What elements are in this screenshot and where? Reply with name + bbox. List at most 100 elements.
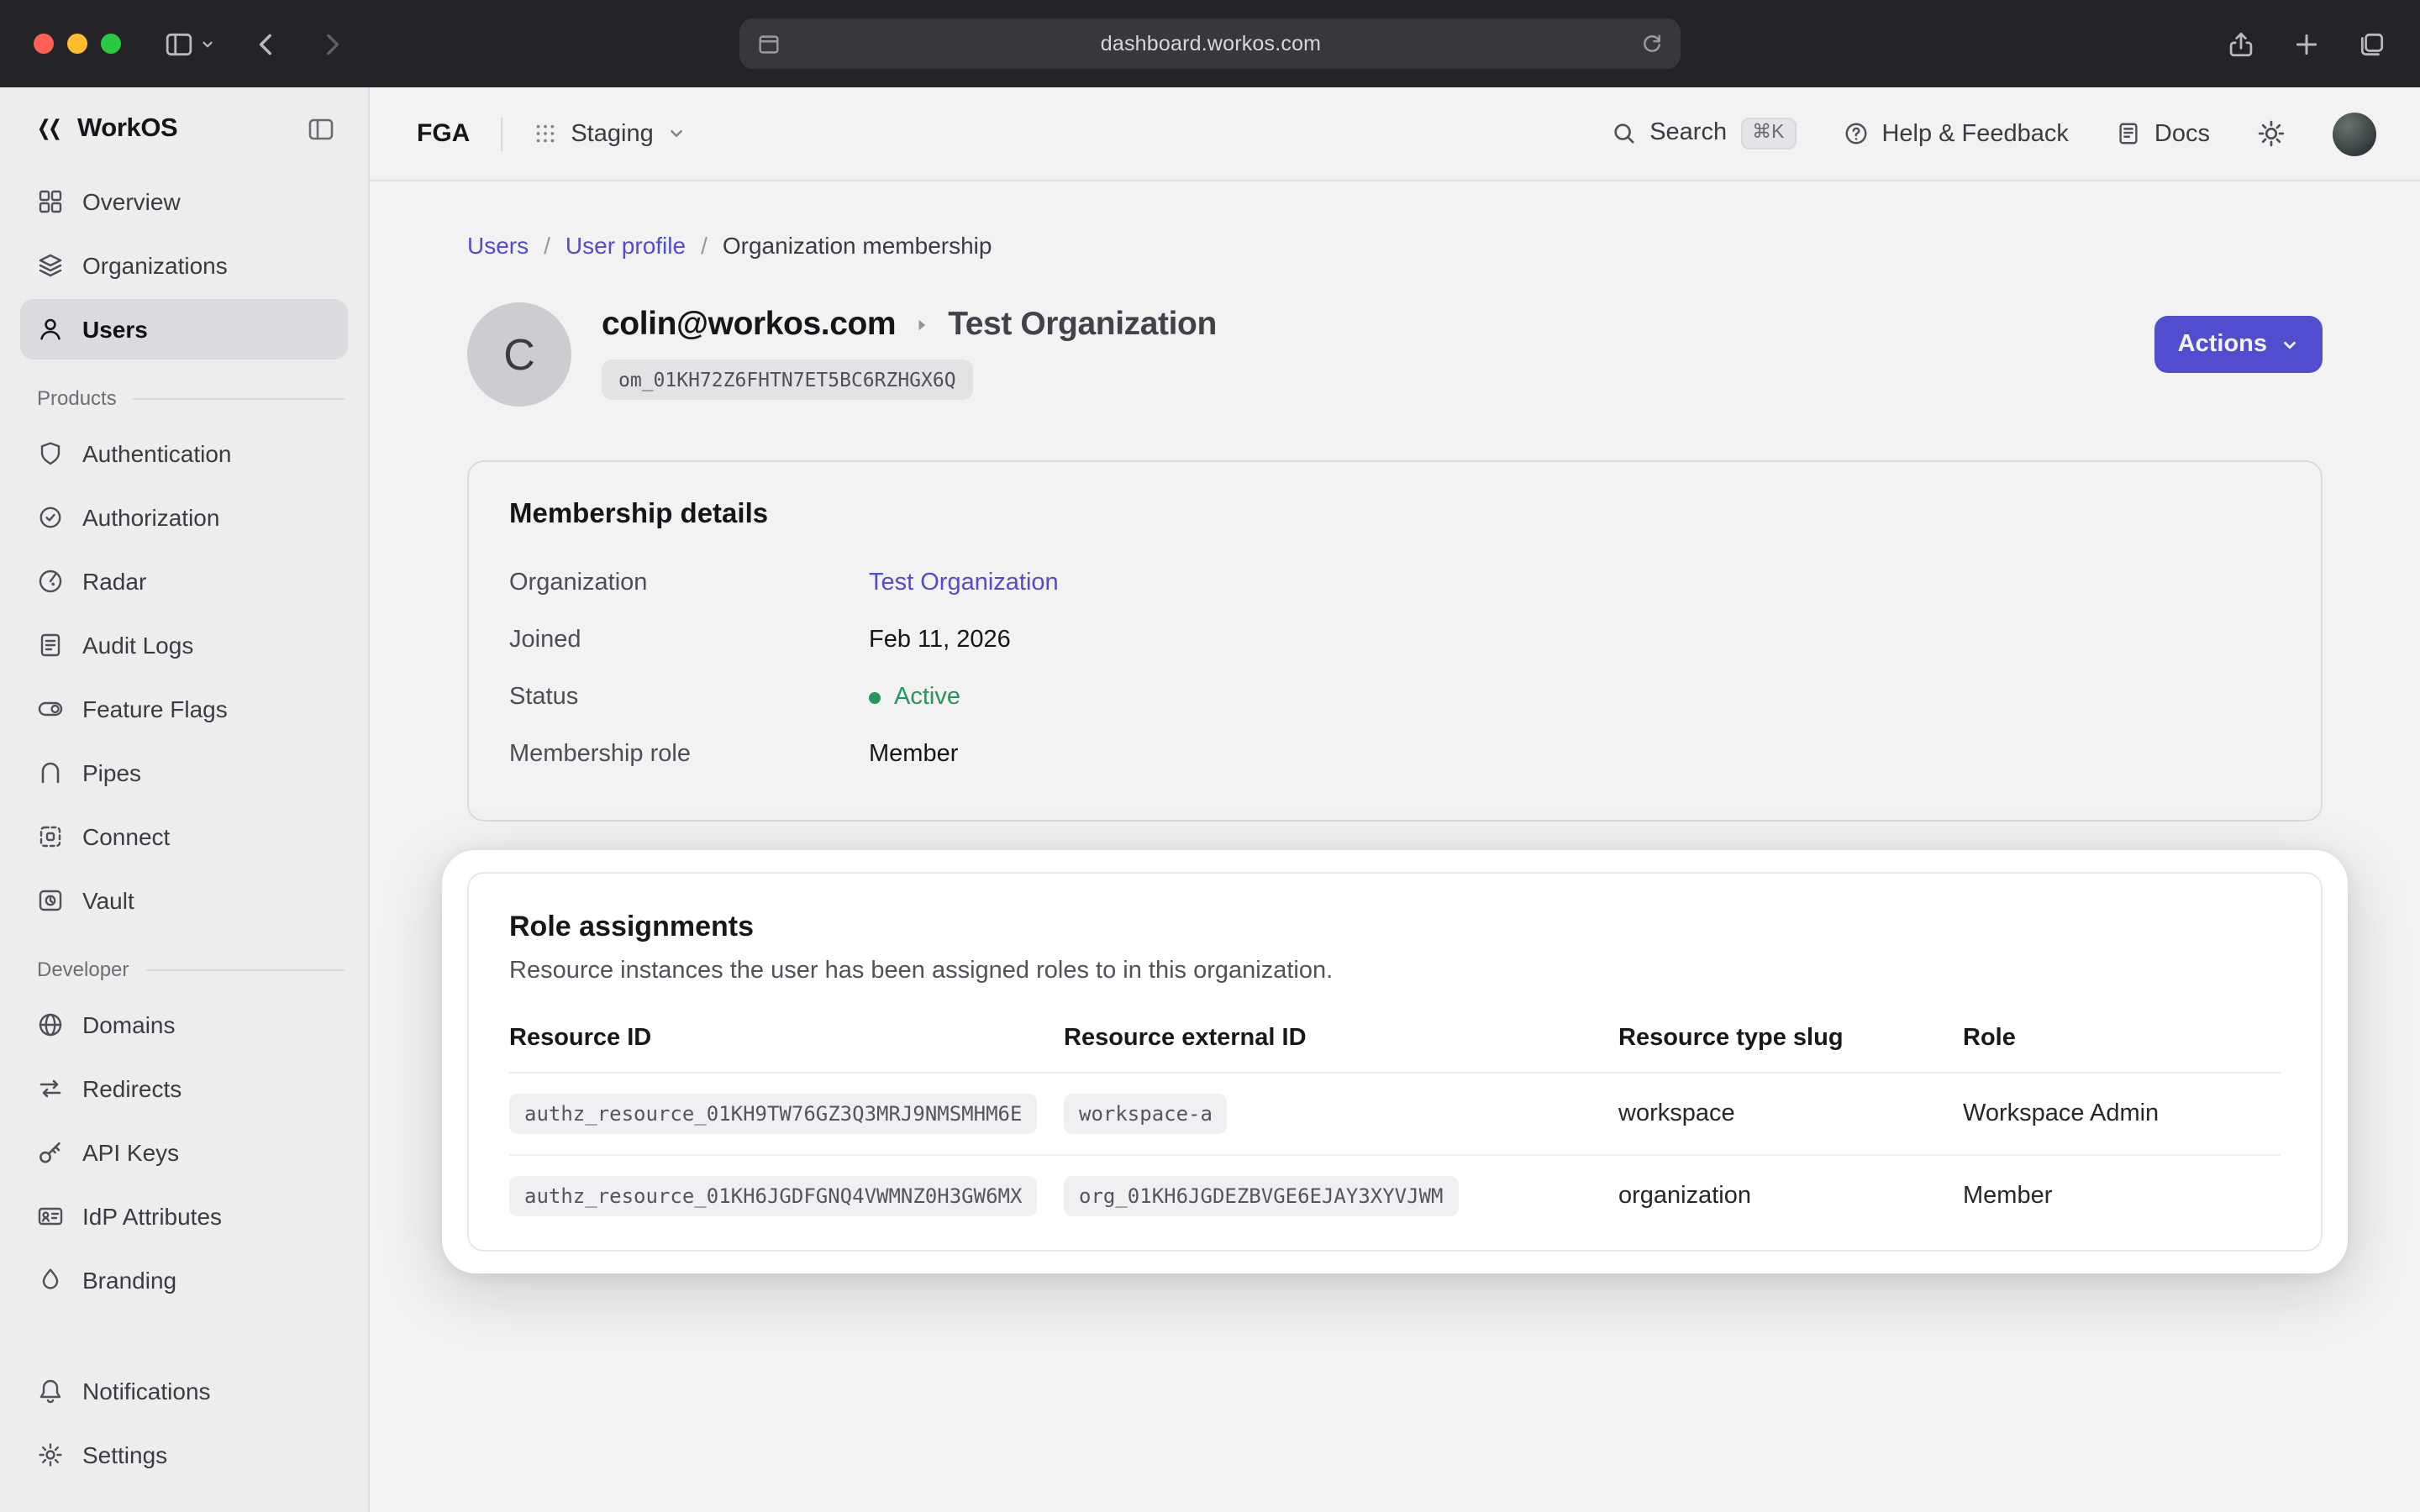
sidebar-item-pipes[interactable]: Pipes — [20, 743, 348, 803]
breadcrumb-separator: / — [701, 232, 708, 259]
breadcrumb-user-profile-link[interactable]: User profile — [566, 232, 686, 259]
resource-id-chip[interactable]: authz_resource_01KH6JGDFGNQ4VWMNZ0H3GW6M… — [509, 1176, 1037, 1216]
detail-row-organization: Organization Test Organization — [509, 554, 2281, 612]
detail-row-status: Status Active — [509, 669, 2281, 726]
url-bar[interactable]: dashboard.workos.com — [739, 18, 1681, 69]
search-shortcut-badge: ⌘K — [1740, 117, 1796, 150]
sidebar-item-organizations[interactable]: Organizations — [20, 235, 348, 296]
sidebar-item-api-keys[interactable]: API Keys — [20, 1122, 348, 1183]
share-icon[interactable] — [2227, 29, 2255, 58]
chevron-down-icon — [667, 124, 686, 143]
shield-icon — [37, 440, 64, 467]
back-button[interactable] — [252, 29, 281, 58]
divider — [500, 117, 502, 150]
organization-link[interactable]: Test Organization — [869, 570, 1059, 596]
external-id-chip[interactable]: org_01KH6JGDEZBVGE6EJAY3XYVJWM — [1064, 1176, 1459, 1216]
help-feedback-button[interactable]: Help & Feedback — [1843, 120, 2068, 147]
membership-details-title: Membership details — [509, 499, 2281, 531]
tab-overview-icon[interactable] — [2358, 29, 2386, 58]
breadcrumb-users-link[interactable]: Users — [467, 232, 529, 259]
key-icon — [37, 1139, 64, 1166]
breadcrumb-separator: / — [544, 232, 550, 259]
sidebar-item-settings[interactable]: Settings — [20, 1425, 348, 1485]
sidebar-panel-icon — [165, 29, 193, 58]
theme-toggle-sun-icon[interactable] — [2257, 119, 2286, 148]
browser-sidebar-toggle[interactable] — [165, 29, 215, 58]
table-header-row: Resource ID Resource external ID Resourc… — [509, 1005, 2281, 1073]
external-id-chip[interactable]: workspace-a — [1064, 1094, 1228, 1134]
sidebar-item-audit-logs[interactable]: Audit Logs — [20, 615, 348, 675]
environment-selector[interactable]: Staging — [532, 120, 685, 147]
close-window-button[interactable] — [34, 34, 54, 54]
role-assignments-description: Resource instances the user has been ass… — [509, 958, 2281, 984]
sidebar-item-overview[interactable]: Overview — [20, 171, 348, 232]
membership-details-card: Membership details Organization Test Org… — [467, 460, 2323, 822]
spotlight-highlight: Role assignments Resource instances the … — [467, 872, 2323, 1252]
user-avatar[interactable] — [2333, 112, 2376, 155]
type-slug-cell: organization — [1618, 1155, 1963, 1236]
sidebar-item-authentication[interactable]: Authentication — [20, 423, 348, 484]
profile-header: C colin@workos.com Test Organization om_… — [467, 302, 2323, 407]
docs-button[interactable]: Docs — [2116, 120, 2210, 147]
breadcrumb-current: Organization membership — [723, 232, 992, 259]
collapse-sidebar-icon[interactable] — [308, 116, 334, 143]
pipe-icon — [37, 759, 64, 786]
new-tab-icon[interactable] — [2292, 29, 2321, 58]
docs-icon — [2116, 121, 2141, 146]
sidebar-item-authorization[interactable]: Authorization — [20, 487, 348, 548]
sidebar-item-connect[interactable]: Connect — [20, 806, 348, 867]
sidebar-item-feature-flags[interactable]: Feature Flags — [20, 679, 348, 739]
table-row: authz_resource_01KH6JGDFGNQ4VWMNZ0H3GW6M… — [509, 1155, 2281, 1236]
column-resource-external-id: Resource external ID — [1064, 1005, 1618, 1073]
forward-button[interactable] — [318, 29, 346, 58]
window-controls — [34, 34, 121, 54]
sidebar-item-domains[interactable]: Domains — [20, 995, 348, 1055]
search-button[interactable]: Search ⌘K — [1611, 117, 1796, 150]
membership-id-chip[interactable]: om_01KH72Z6FHTN7ET5BC6RZHGX6Q — [602, 360, 973, 400]
dashed-box-icon — [37, 823, 64, 850]
sidebar-item-redirects[interactable]: Redirects — [20, 1058, 348, 1119]
resource-id-chip[interactable]: authz_resource_01KH9TW76GZ3Q3MRJ9NMSMHM6… — [509, 1094, 1037, 1134]
role-assignments-card: Role assignments Resource instances the … — [467, 872, 2323, 1252]
reload-icon[interactable] — [1640, 32, 1664, 55]
sidebar-item-radar[interactable]: Radar — [20, 551, 348, 612]
sidebar-section-developer: Developer — [37, 958, 345, 981]
page-title-email: colin@workos.com — [602, 306, 896, 344]
column-resource-type-slug: Resource type slug — [1618, 1005, 1963, 1073]
minimize-window-button[interactable] — [67, 34, 87, 54]
workos-logo — [34, 114, 64, 144]
avatar: C — [467, 302, 571, 407]
role-assignments-table: Resource ID Resource external ID Resourc… — [509, 1005, 2281, 1236]
gear-icon — [37, 1441, 64, 1468]
column-role: Role — [1963, 1005, 2281, 1073]
sidebar: WorkOS Overview Organizations Users Prod… — [0, 87, 370, 1512]
sidebar-item-idp-attributes[interactable]: IdP Attributes — [20, 1186, 348, 1247]
status-badge: Active — [869, 684, 960, 711]
app-name: FGA — [417, 119, 470, 148]
globe-icon — [37, 1011, 64, 1038]
toggle-icon — [37, 696, 64, 722]
breadcrumb: Users / User profile / Organization memb… — [467, 232, 2323, 259]
question-circle-icon — [1843, 121, 1868, 146]
app-header: FGA Staging Search ⌘K Help & Feedbac — [370, 87, 2420, 181]
grid-icon — [37, 188, 64, 215]
environment-icon — [532, 121, 557, 146]
status-dot — [869, 691, 881, 703]
sidebar-item-notifications[interactable]: Notifications — [20, 1361, 348, 1421]
actions-button[interactable]: Actions — [2154, 316, 2323, 373]
sidebar-item-users[interactable]: Users — [20, 299, 348, 360]
role-cell: Member — [1963, 1155, 2281, 1236]
sidebar-section-products: Products — [37, 386, 345, 410]
sidebar-item-vault[interactable]: Vault — [20, 870, 348, 931]
page-content: Users / User profile / Organization memb… — [370, 181, 2420, 1512]
role-cell: Workspace Admin — [1963, 1073, 2281, 1155]
sidebar-item-branding[interactable]: Branding — [20, 1250, 348, 1310]
badge-check-icon — [37, 504, 64, 531]
bell-icon — [37, 1378, 64, 1404]
browser-chrome: dashboard.workos.com — [0, 0, 2420, 87]
zoom-window-button[interactable] — [101, 34, 121, 54]
chevron-down-icon — [200, 36, 215, 51]
page-settings-icon[interactable] — [756, 31, 781, 56]
chevron-down-icon — [2281, 335, 2299, 354]
radar-icon — [37, 568, 64, 595]
